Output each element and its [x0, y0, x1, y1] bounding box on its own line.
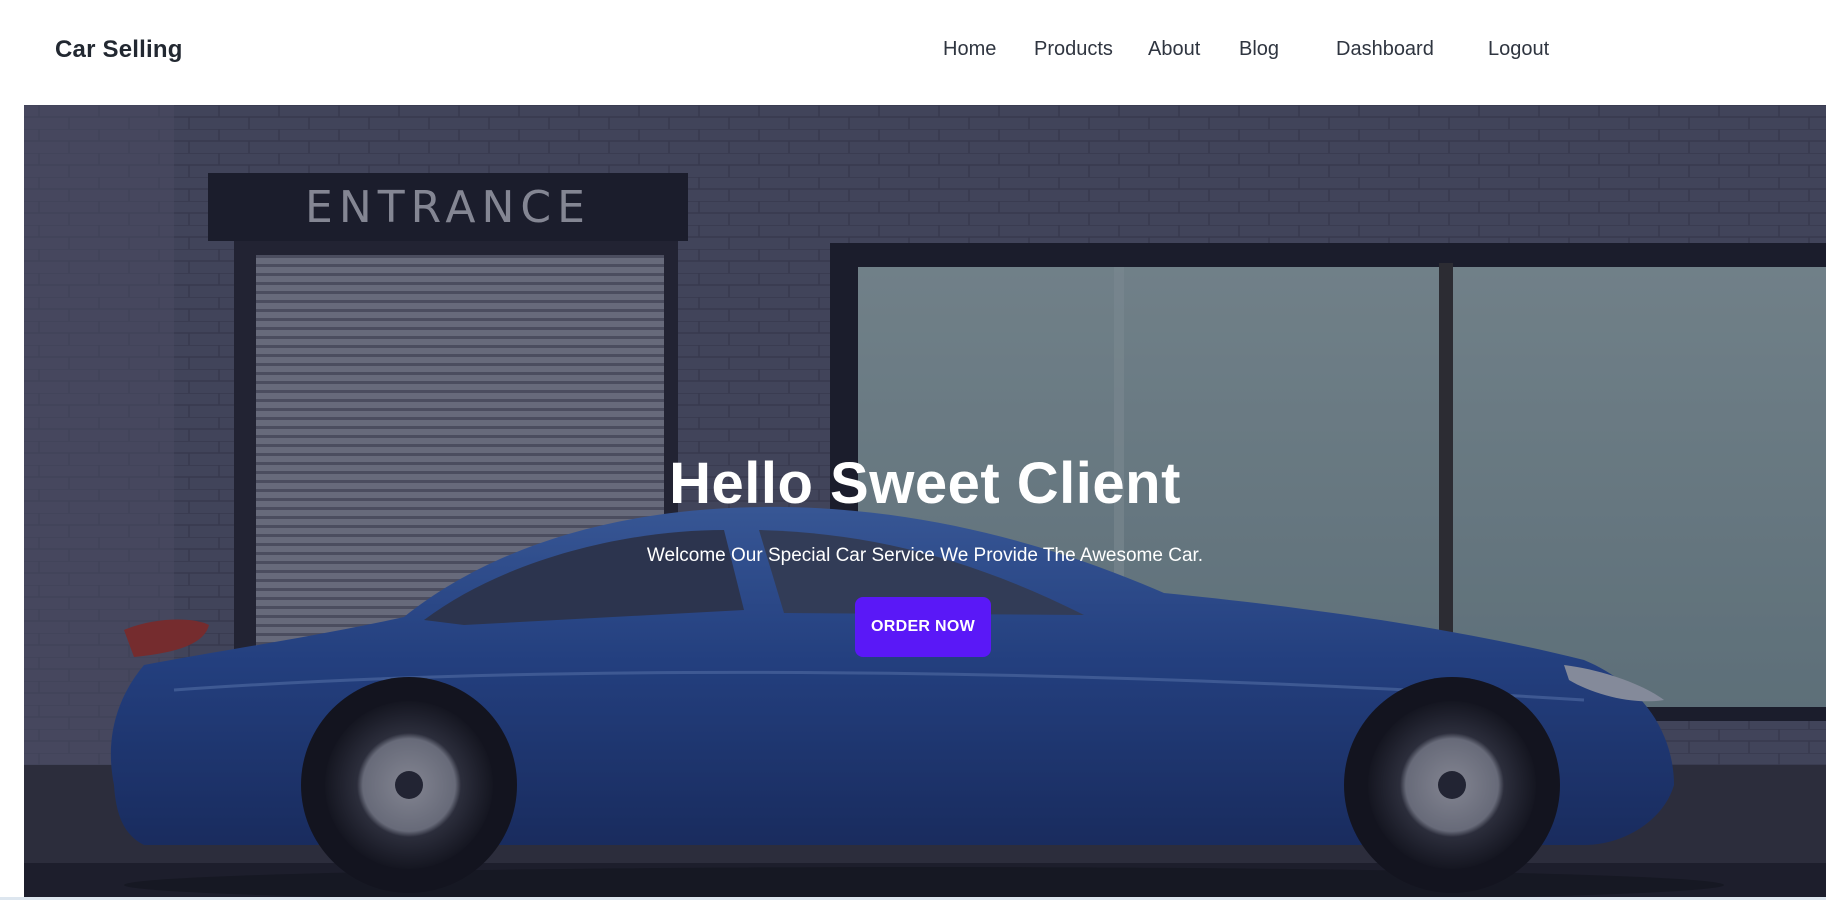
nav-link-about[interactable]: About: [1148, 38, 1200, 61]
hero-banner: ENTRANCE Hello Sweet Client Welcome Our …: [24, 105, 1826, 897]
hero-title: Hello Sweet Client: [669, 451, 1181, 516]
nav-link-dashboard[interactable]: Dashboard: [1336, 38, 1434, 61]
top-navbar: Car Selling Home Products About Blog Das…: [0, 0, 1826, 104]
nav-link-blog[interactable]: Blog: [1239, 38, 1279, 61]
hero-subtitle: Welcome Our Special Car Service We Provi…: [646, 545, 1204, 566]
brand-logo-text[interactable]: Car Selling: [55, 36, 183, 64]
nav-link-products[interactable]: Products: [1034, 38, 1113, 61]
hero-content: Hello Sweet Client Welcome Our Special C…: [24, 105, 1826, 897]
order-now-button[interactable]: ORDER NOW: [855, 597, 991, 657]
nav-link-home[interactable]: Home: [943, 38, 996, 61]
nav-link-logout[interactable]: Logout: [1488, 38, 1549, 61]
